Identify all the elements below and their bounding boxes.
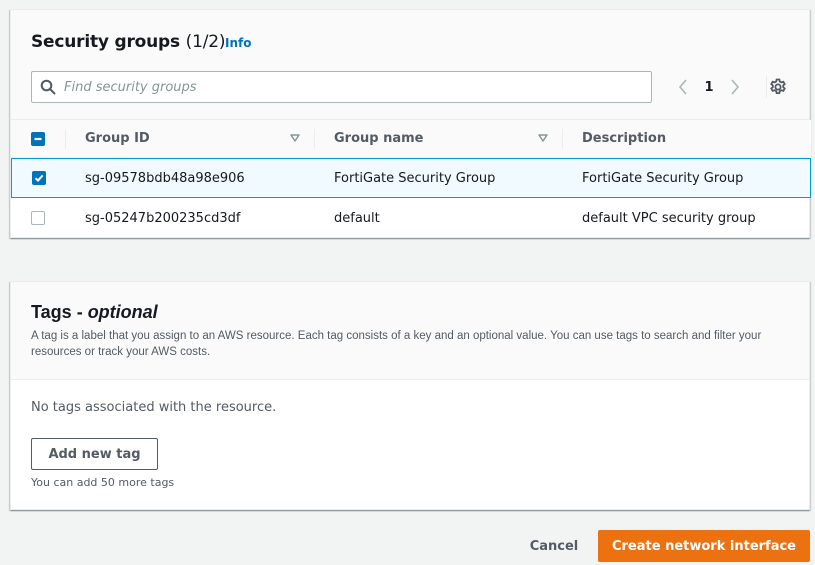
table-row[interactable]: sg-05247b200235cd3df default default VPC… [11,198,811,238]
column-divider [562,129,563,149]
description-cell: default VPC security group [582,210,756,226]
chevron-left-icon [678,79,687,95]
sort-caret-down-icon[interactable] [538,133,548,143]
previous-page-button[interactable] [673,76,693,98]
group-name-cell: default [334,210,380,226]
sort-caret-down-icon[interactable] [290,133,300,143]
tags-description: A tag is a label that you assign to an A… [31,330,762,358]
column-header-label: Group ID [85,131,150,146]
pagination: 1 [673,76,745,98]
group-name-cell: FortiGate Security Group [314,158,562,198]
group-id-cell: sg-05247b200235cd3df [85,210,241,226]
pagination-divider [766,76,767,98]
tags-title-separator: - [71,302,88,322]
no-tags-message: No tags associated with the resource. [31,400,277,415]
table-row[interactable]: sg-09578bdb48a98e906 FortiGate Security … [11,158,811,198]
description-cell: FortiGate Security Group [562,158,811,198]
column-header-group-id[interactable]: Group ID [65,120,314,158]
row-select-cell [11,198,65,238]
table-header-row: Group ID Group name Description [11,120,811,158]
search-icon [40,79,56,95]
checkmark-icon [34,174,44,183]
row-checkbox[interactable] [31,211,45,225]
create-network-interface-button[interactable]: Create network interface [598,530,810,562]
select-all-checkbox[interactable] [31,131,45,146]
security-groups-header: Security groups (1/2) Info 1 [11,10,809,120]
search-input[interactable] [64,72,644,102]
group-id-cell: sg-09578bdb48a98e906 [65,158,314,198]
security-groups-title-text: Security groups [31,32,180,52]
tags-panel: Tags - optional A tag is a label that yo… [10,281,810,510]
cancel-button[interactable]: Cancel [516,530,592,562]
row-checkbox[interactable] [32,171,46,185]
column-header-label: Description [582,131,667,146]
row-select-cell [11,158,65,198]
security-groups-title: Security groups (1/2) [31,32,225,52]
chevron-right-icon [731,79,740,95]
tags-title-text: Tags [31,302,72,322]
gear-icon [770,78,786,94]
column-header-group-name[interactable]: Group name [314,120,562,158]
current-page-number[interactable]: 1 [693,80,725,95]
column-header-description[interactable]: Description [562,120,811,158]
add-new-tag-button[interactable]: Add new tag [31,438,158,470]
security-groups-selection-count: (1/2) [185,32,226,52]
tags-header: Tags - optional A tag is a label that yo… [11,282,809,380]
column-divider [65,129,66,149]
select-all-cell [11,120,65,158]
search-field[interactable] [31,71,652,103]
next-page-button[interactable] [725,76,745,98]
info-link[interactable]: Info [225,36,251,50]
tag-limit-message: You can add 50 more tags [31,476,175,489]
tags-title: Tags - optional [31,302,158,323]
preferences-button[interactable] [768,77,788,97]
security-groups-panel: Security groups (1/2) Info 1 [10,9,811,238]
minus-icon [34,137,42,140]
tags-title-optional: optional [87,302,158,322]
column-header-label: Group name [334,131,424,146]
column-divider [314,129,315,149]
security-groups-table: Group ID Group name Description sg-09578… [11,120,811,238]
